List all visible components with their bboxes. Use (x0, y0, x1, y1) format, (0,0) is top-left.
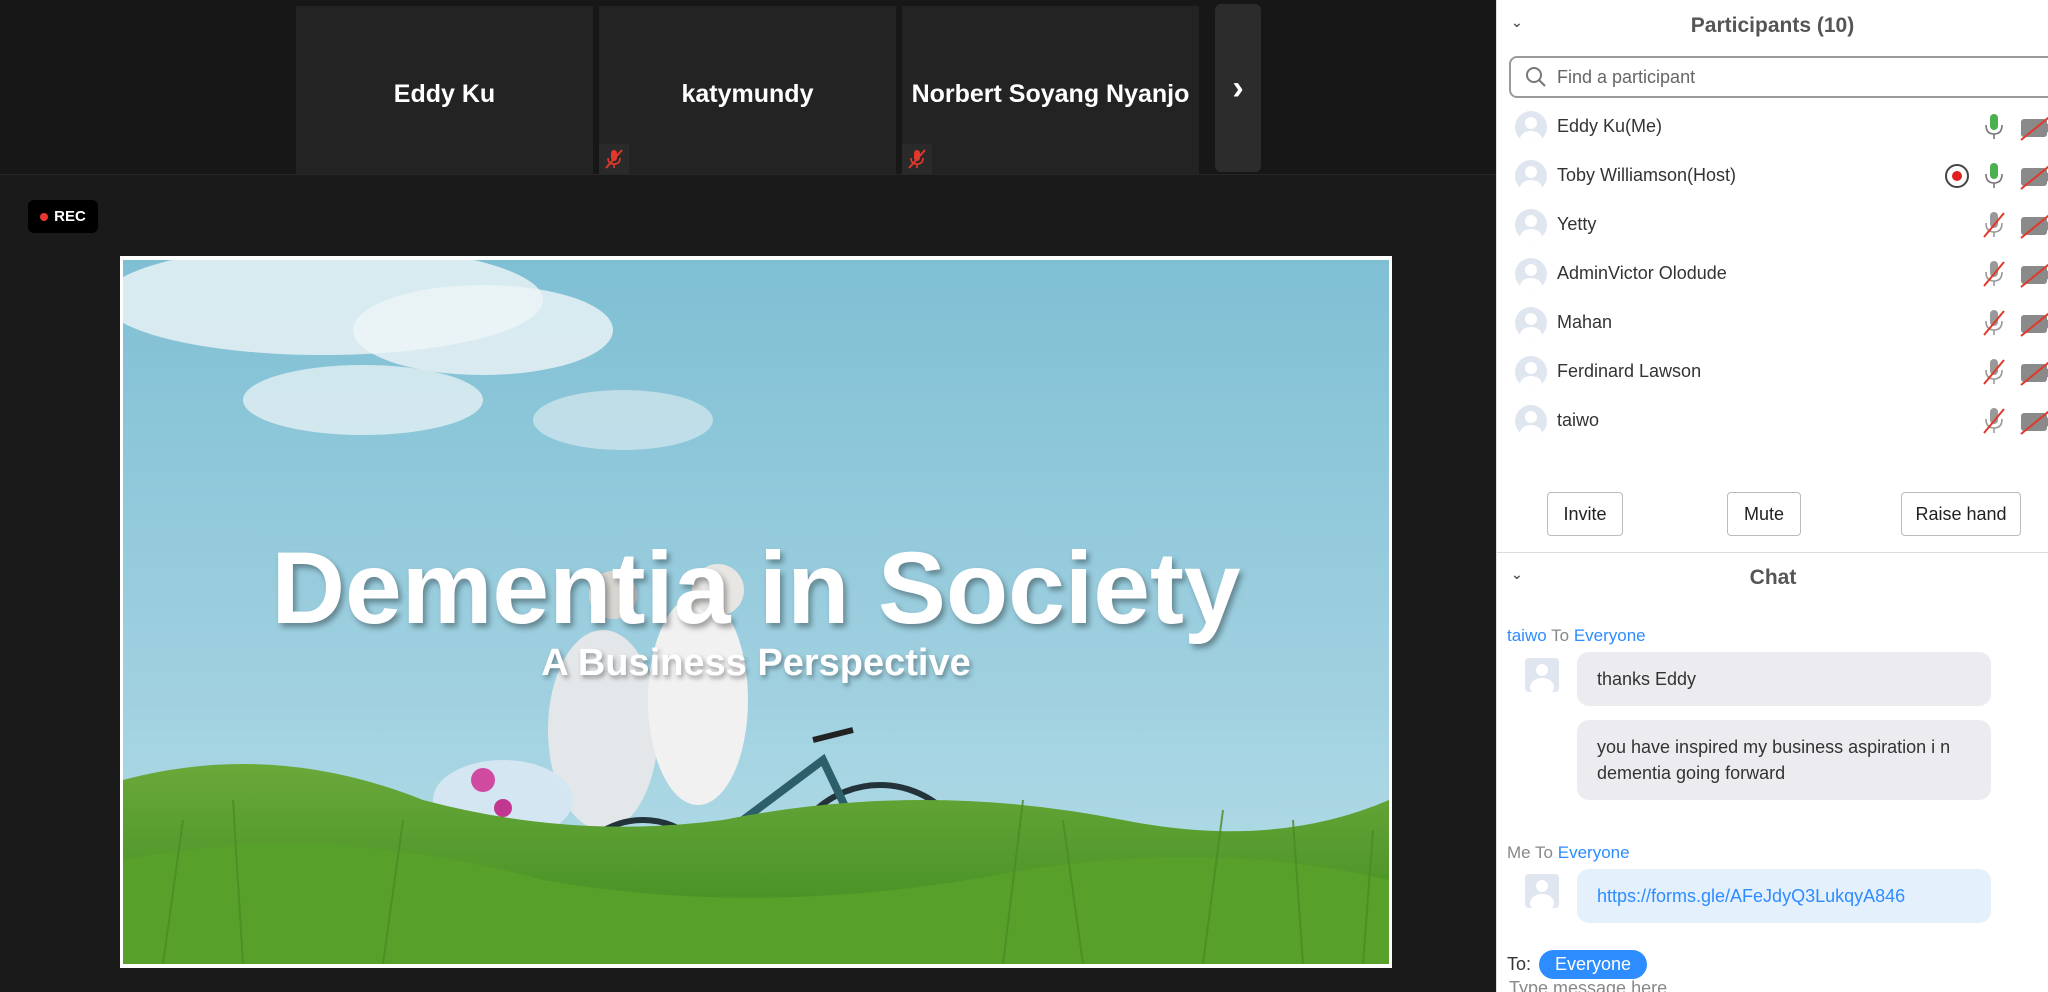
participant-name: Toby Williamson(Host) (1557, 165, 1737, 185)
muted-mic-icon (599, 144, 629, 174)
chat-message: you have inspired my business aspiration… (1577, 720, 1991, 800)
video-off-icon[interactable] (2019, 161, 2048, 191)
chat-to-word: To (1535, 843, 1554, 862)
chat-message: thanks Eddy (1577, 652, 1991, 706)
invite-button[interactable]: Invite (1547, 492, 1623, 536)
chat-message-input[interactable] (1509, 978, 2009, 992)
avatar (1515, 110, 1547, 143)
chat-sender: Me (1507, 843, 1531, 862)
tile-name: Eddy Ku (393, 80, 496, 108)
chat-link-message[interactable]: https://forms.gle/AFeJdyQ3LukqyA846 (1577, 869, 1991, 923)
participant-actions: Invite Mute Raise hand (1497, 492, 2048, 536)
video-off-icon[interactable] (2019, 259, 2048, 289)
mic-muted-icon[interactable] (1981, 308, 2007, 338)
mic-muted-icon[interactable] (1981, 259, 2007, 289)
mic-on-icon[interactable] (1981, 161, 2007, 191)
slide-title: Dementia in Society (271, 531, 1241, 645)
chat-message-meta: taiwo To Everyone (1507, 626, 1646, 646)
slide-subtitle: A Business Perspective (541, 642, 971, 684)
participant-search[interactable] (1509, 56, 2048, 98)
participant-name: Eddy Ku(Me) (1557, 116, 1663, 136)
chat-header: ⌄ Chat (1497, 552, 2048, 604)
zoom-meeting-window: Eddy Ku katymundy Norbert Soyang Nyanjo … (0, 0, 2048, 992)
participant-row[interactable]: Mahan (1497, 298, 2048, 347)
participant-row[interactable]: AdminVictor Olodude (1497, 249, 2048, 298)
raise-hand-button[interactable]: Raise hand (1901, 492, 2021, 536)
avatar (1515, 404, 1547, 437)
side-panel: ⌄ Participants (10) Eddy Ku(Me) Toby Wil… (1496, 0, 2048, 992)
chat-message-meta: Me To Everyone (1507, 843, 1630, 863)
video-off-icon[interactable] (2019, 308, 2048, 338)
mic-on-icon[interactable] (1981, 112, 2007, 142)
participant-list: Eddy Ku(Me) Toby Williamson(Host) Yetty … (1497, 102, 2048, 452)
participant-name: Yetty (1557, 214, 1597, 234)
participant-row[interactable]: Ferdinard Lawson (1497, 347, 2048, 396)
meeting-area: Eddy Ku katymundy Norbert Soyang Nyanjo … (0, 0, 1496, 992)
recording-indicator: REC (28, 200, 98, 233)
rec-label: REC (54, 208, 86, 225)
avatar (1515, 159, 1547, 192)
tile-name: Norbert Soyang Nyanjo (911, 80, 1190, 108)
participant-name: Ferdinard Lawson (1557, 361, 1702, 381)
participant-name: AdminVictor Olodude (1557, 263, 1727, 283)
search-icon (1526, 67, 1546, 87)
avatar (1525, 874, 1559, 908)
shared-screen: Dementia in Society A Business Perspecti… (120, 256, 1392, 968)
mute-all-button[interactable]: Mute (1727, 492, 1801, 536)
mic-muted-icon[interactable] (1981, 210, 2007, 240)
chevron-down-icon[interactable]: ⌄ (1511, 14, 1523, 31)
participant-row[interactable]: Eddy Ku(Me) (1497, 102, 2048, 151)
video-tile[interactable]: Norbert Soyang Nyanjo (902, 6, 1199, 174)
slide-image: Dementia in Society A Business Perspecti… (123, 260, 1389, 964)
video-strip: Eddy Ku katymundy Norbert Soyang Nyanjo … (0, 0, 1496, 175)
video-tile[interactable]: Eddy Ku (296, 6, 593, 174)
chevron-down-icon[interactable]: ⌄ (1511, 566, 1523, 583)
mic-muted-icon[interactable] (1981, 406, 2007, 436)
video-off-icon[interactable] (2019, 112, 2048, 142)
chat-recipient[interactable]: Everyone (1558, 843, 1630, 862)
avatar (1515, 306, 1547, 339)
recipient-dropdown[interactable]: Everyone (1539, 950, 1648, 979)
participant-name: taiwo (1557, 410, 1600, 430)
chat-recipient[interactable]: Everyone (1574, 626, 1646, 645)
participants-header: ⌄ Participants (10) (1497, 0, 2048, 52)
search-input[interactable] (1557, 66, 1957, 88)
mic-muted-icon[interactable] (1981, 357, 2007, 387)
video-off-icon[interactable] (2019, 406, 2048, 436)
avatar (1515, 257, 1547, 290)
participants-title: Participants (10) (1690, 14, 1855, 37)
video-off-icon[interactable] (2019, 357, 2048, 387)
video-tile[interactable]: katymundy (599, 6, 896, 174)
participant-name: Mahan (1557, 312, 1613, 332)
chat-sender[interactable]: taiwo (1507, 626, 1547, 645)
chat-to-word: To (1551, 626, 1570, 645)
to-label: To: (1507, 954, 1532, 974)
recording-icon (1945, 164, 1969, 188)
participant-row[interactable]: Yetty (1497, 200, 2048, 249)
avatar (1515, 355, 1547, 388)
muted-mic-icon (902, 144, 932, 174)
avatar (1525, 658, 1559, 692)
avatar (1515, 208, 1547, 241)
next-page-button[interactable]: › (1215, 4, 1261, 172)
video-off-icon[interactable] (2019, 210, 2048, 240)
chat-title: Chat (1749, 566, 1797, 589)
chevron-right-icon: › (1232, 68, 1244, 107)
participant-row[interactable]: taiwo (1497, 396, 2048, 445)
chat-recipient-selector: To: Everyone (1507, 950, 1648, 979)
rec-dot-icon (40, 212, 49, 221)
tile-name: katymundy (681, 80, 814, 108)
participant-row[interactable]: Toby Williamson(Host) (1497, 151, 2048, 200)
